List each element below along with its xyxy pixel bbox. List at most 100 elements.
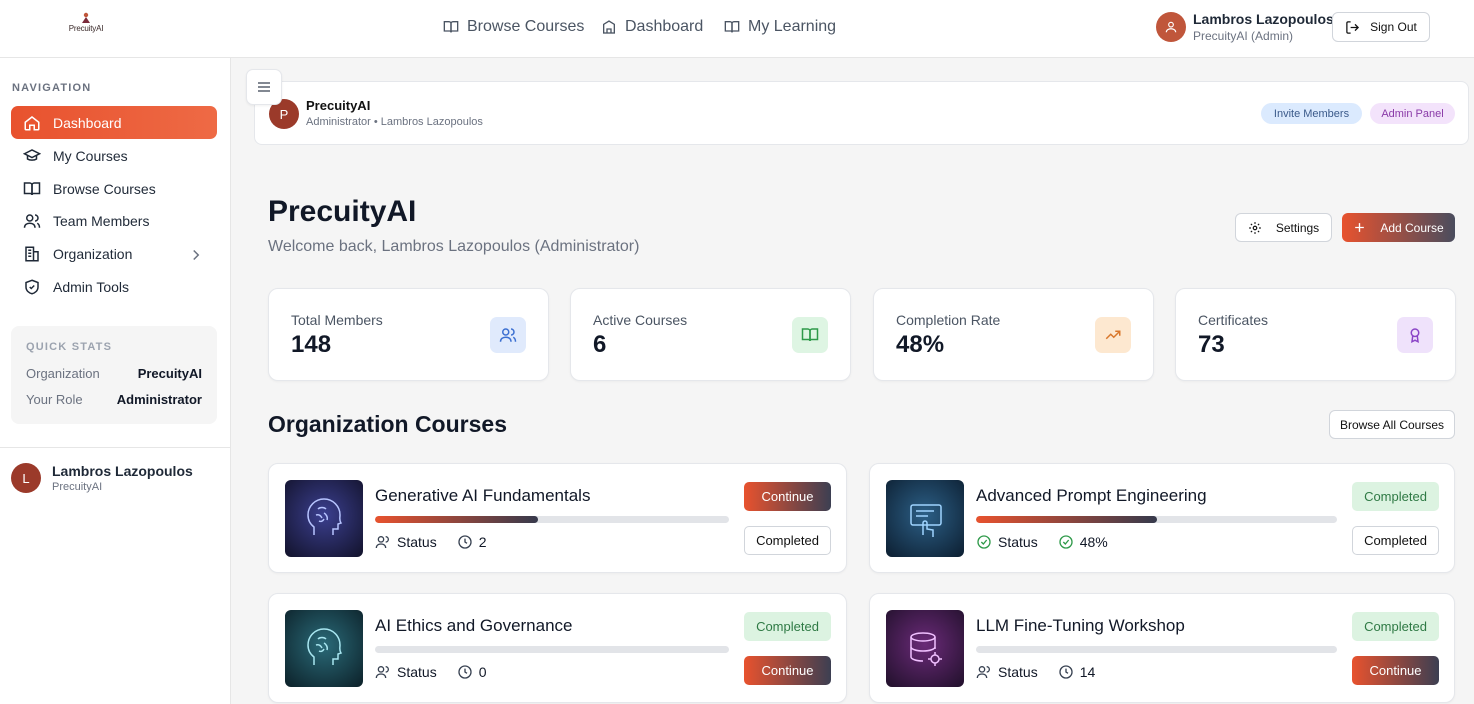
topnav-dashboard[interactable]: Dashboard [601,16,703,38]
completed-badge[interactable]: Completed [744,612,831,641]
sidebar-item-label: Dashboard [53,114,122,131]
stat-icon-badge [1397,317,1433,353]
quick-stat-key: Your Role [26,392,83,407]
sidebar-divider [0,447,230,448]
course-status-label: Status [998,664,1038,680]
database-icon [910,631,942,666]
completed-button[interactable]: Completed [744,526,831,555]
course-count: 2 [478,534,487,550]
quick-stat-key: Organization [26,366,100,381]
stat-icon-badge [792,317,828,353]
continue-button[interactable]: Continue [1352,656,1439,685]
settings-button[interactable]: Settings [1235,213,1332,242]
invite-members-button[interactable]: Invite Members [1261,103,1362,124]
completed-button[interactable]: Completed [1352,526,1439,555]
check-circle-icon [1059,535,1073,549]
topnav-browse-courses[interactable]: Browse Courses [443,16,584,38]
user-name: Lambros Lazopoulos [1193,11,1334,27]
award-icon [1410,328,1420,344]
sidebar-item-my-courses[interactable]: My Courses [11,139,217,172]
topnav-my-learning[interactable]: My Learning [724,16,836,38]
course-status-label: Status [998,534,1038,550]
stat-label: Active Courses [593,312,688,328]
sidebar-item-admin-tools[interactable]: Admin Tools [11,270,217,303]
course-thumbnail [886,610,964,687]
sidebar-item-browse-courses[interactable]: Browse Courses [11,172,217,205]
user-icon [1165,21,1177,33]
building-icon [603,20,615,34]
topnav-dashboard-label: Dashboard [625,18,704,35]
sidebar-user-avatar: L [11,463,41,493]
course-meta: Status 48% [976,534,1108,550]
sidebar-heading: NAVIGATION [12,82,92,94]
course-card[interactable]: Advanced Prompt Engineering Status 48% C… [869,463,1455,573]
logo-mark-icon [82,12,90,23]
sign-out-button[interactable]: Sign Out [1332,12,1430,42]
stat-card-certificates: Certificates 73 [1175,288,1456,381]
browse-all-courses-button[interactable]: Browse All Courses [1329,410,1455,439]
stat-label: Completion Rate [896,312,1001,328]
brand-logo[interactable]: PrecuityAI [62,12,110,38]
sidebar: NAVIGATION Dashboard My Courses Browse C… [0,58,231,704]
screen-touch-icon [910,503,942,537]
page-title: PrecuityAI [268,195,417,228]
topnav-browse-courses-label: Browse Courses [467,18,585,35]
stat-card-active-courses: Active Courses 6 [570,288,851,381]
sidebar-item-label: Browse Courses [53,180,156,197]
avatar [1156,12,1186,42]
sidebar-item-label: Team Members [53,212,150,229]
course-title: LLM Fine-Tuning Workshop [976,616,1185,635]
completed-badge[interactable]: Completed [1352,482,1439,511]
check-circle-icon [977,535,991,549]
topnav-my-learning-label: My Learning [748,18,837,35]
add-course-button[interactable]: Add Course [1342,213,1455,242]
sidebar-item-label: My Courses [53,147,128,164]
completed-badge[interactable]: Completed [1352,612,1439,641]
quick-stat-row: Organization PrecuityAI [26,366,202,381]
admin-panel-button[interactable]: Admin Panel [1370,103,1455,124]
sidebar-item-label: Organization [53,245,133,262]
sidebar-item-team-members[interactable]: Team Members [11,204,217,237]
sidebar-item-organization[interactable]: Organization [11,237,217,270]
quick-stats-heading: QUICK STATS [26,341,113,353]
continue-button[interactable]: Continue [744,656,831,685]
stat-icon-badge [490,317,526,353]
course-card[interactable]: LLM Fine-Tuning Workshop Status 14 Compl… [869,593,1455,703]
stat-value: 6 [593,331,607,358]
course-title: AI Ethics and Governance [375,616,573,635]
course-count: 48% [1079,534,1108,550]
sidebar-item-label: Admin Tools [53,278,130,295]
course-count: 14 [1079,664,1096,680]
plus-icon [1355,223,1365,232]
book-open-icon [801,328,819,342]
org-subtitle: Administrator • Lambros Lazopoulos [306,116,483,128]
menu-toggle-button[interactable] [246,69,282,105]
log-out-icon [1346,20,1360,34]
course-progress-bar [976,646,1337,653]
sidebar-user-org: PrecuityAI [52,481,103,493]
clock-icon [458,665,472,679]
brain-head-icon [307,497,343,535]
org-name: PrecuityAI [306,98,371,113]
book-icon [23,181,41,195]
organization-header: P PrecuityAI Administrator • Lambros Laz… [254,81,1469,145]
quick-stat-row: Your Role Administrator [26,392,202,407]
book-icon [443,21,459,33]
continue-button[interactable]: Continue [744,482,831,511]
chevron-right-icon [193,249,200,261]
course-card[interactable]: Generative AI Fundamentals Status 2 Cont… [268,463,847,573]
course-card[interactable]: AI Ethics and Governance Status 0 Comple… [268,593,847,703]
users-icon [23,213,41,228]
course-progress-bar [375,646,729,653]
stat-card-total-members: Total Members 148 [268,288,549,381]
course-title: Generative AI Fundamentals [375,486,591,505]
course-status-label: Status [397,534,437,550]
sidebar-item-dashboard[interactable]: Dashboard [11,106,217,139]
course-thumbnail [285,610,363,687]
course-status-label: Status [397,664,437,680]
brain-head-icon [307,627,343,665]
course-thumbnail [285,480,363,557]
stat-label: Total Members [291,312,383,328]
sign-out-label: Sign Out [1370,20,1417,34]
course-progress-fill [375,516,538,523]
